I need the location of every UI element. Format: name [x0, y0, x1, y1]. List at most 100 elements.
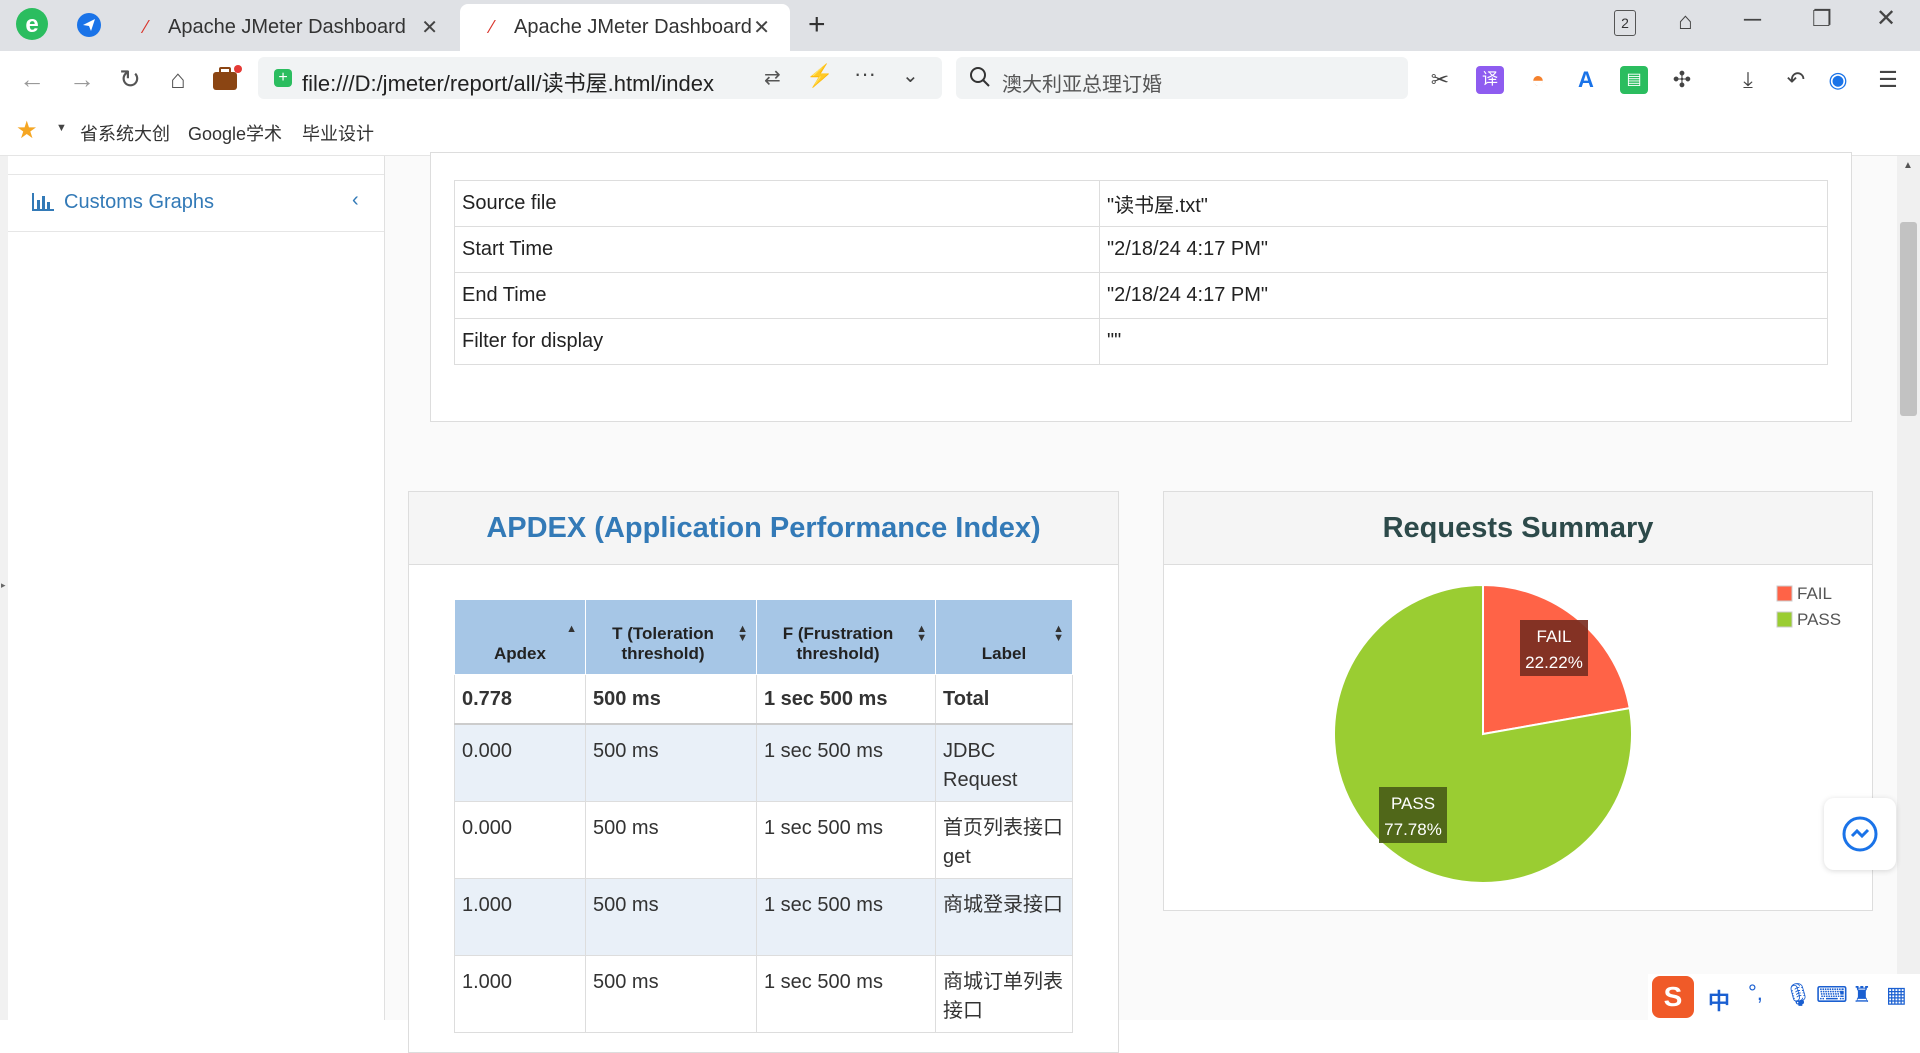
table-row: 0.000 500 ms 1 sec 500 ms 首页列表接口get — [454, 801, 1073, 879]
shirt-icon[interactable]: ⌂ — [1678, 8, 1693, 36]
undo-icon[interactable]: ↶ — [1782, 66, 1810, 94]
source-info-value: "读书屋.txt" — [1099, 180, 1828, 227]
legend-label[interactable]: PASS — [1797, 610, 1841, 629]
lightning-icon[interactable]: ⚡ — [806, 63, 833, 89]
pie-label-pass: PASS 77.78% — [1379, 787, 1447, 843]
label-value: 商城登录接口 — [935, 878, 1073, 956]
pie-label-name: FAIL — [1537, 627, 1572, 646]
ime-mode-label[interactable]: 中 — [1708, 984, 1730, 1016]
label-column-header[interactable]: Label ▲ ▼ — [935, 599, 1073, 675]
apdex-value: 1.000 — [454, 955, 586, 1033]
briefcase-icon[interactable] — [212, 65, 242, 90]
apdex-header: APDEX (Application Performance Index) — [409, 492, 1118, 565]
shield-icon: + — [274, 69, 292, 87]
more-icon[interactable]: ··· — [854, 61, 876, 87]
send-icon[interactable] — [76, 12, 102, 38]
toleration-value: 500 ms — [585, 674, 757, 725]
toleration-value: 500 ms — [585, 955, 757, 1033]
home-icon[interactable]: ⌂ — [160, 60, 196, 98]
label-value: Total — [935, 674, 1073, 725]
header-label: Apdex — [494, 644, 546, 663]
pie-label-value: 22.22% — [1525, 653, 1583, 672]
microphone-icon[interactable]: 🎙 — [1784, 982, 1812, 1008]
apdex-table: Apdex ▲ T (Toleration threshold) ▲ ▼ F (Fru… — [454, 599, 1073, 1033]
source-info-table: Source file "读书屋.txt" Start Time "2/18/24 4… — [454, 180, 1828, 365]
legend-label[interactable]: FAIL — [1797, 584, 1832, 603]
book-icon[interactable]: ▤ — [1620, 66, 1648, 94]
restore-icon[interactable]: ❐ — [1812, 6, 1832, 32]
sogou-logo-icon[interactable]: S — [1652, 976, 1694, 1018]
legend-swatch[interactable] — [1776, 585, 1793, 602]
address-bar[interactable]: + file:///D:/jmeter/report/all/读书屋.html/… — [258, 57, 942, 99]
requests-summary-pie-chart: FAIL 22.22% PASS 77.78% FAIL PASS — [1333, 583, 1841, 884]
sidebar-item-customs-graphs[interactable]: Customs Graphs ‹ — [8, 174, 384, 232]
minimize-icon[interactable]: ─ — [1744, 6, 1761, 34]
game-icon[interactable]: ◓ — [1524, 66, 1552, 94]
table-row: 1.000 500 ms 1 sec 500 ms 商城登录接口 — [454, 878, 1073, 956]
ai-icon[interactable]: A — [1572, 66, 1600, 94]
source-info-panel: Source file "读书屋.txt" Start Time "2/18/24 4… — [430, 152, 1852, 422]
sort-icon: ▲ ▼ — [1053, 623, 1064, 644]
toleration-column-header[interactable]: T (Toleration threshold) ▲ ▼ — [585, 599, 757, 675]
vertical-scrollbar[interactable]: ▲ — [1897, 156, 1920, 1020]
sort-icon: ▲ ▼ — [737, 623, 748, 644]
sidebar: Customs Graphs ‹ — [8, 156, 385, 1020]
bookmark-item[interactable]: Google学术 — [188, 120, 282, 146]
bookmark-item[interactable]: 毕业设计 — [302, 120, 374, 146]
tab-jmeter-1[interactable]: ⁄ Apache JMeter Dashboard ✕ — [136, 4, 458, 51]
apdex-title: APDEX (Application Performance Index) — [486, 512, 1041, 544]
keyboard-icon[interactable]: ⌨ — [1816, 982, 1848, 1008]
extensions-icon[interactable]: ✣ — [1668, 66, 1696, 94]
skin-icon[interactable]: ♜ — [1852, 982, 1872, 1008]
close-icon[interactable]: ✕ — [421, 15, 438, 40]
scissors-icon[interactable]: ✂ — [1426, 66, 1454, 94]
legend-swatch[interactable] — [1776, 611, 1793, 628]
frustration-column-header[interactable]: F (Frustration threshold) ▲ ▼ — [756, 599, 936, 675]
search-box[interactable]: 澳大利亚总理订婚 — [956, 57, 1408, 99]
main-content: Source file "读书屋.txt" Start Time "2/18/24 4… — [385, 152, 1897, 1053]
punctuation-icon[interactable]: °, — [1748, 980, 1763, 1006]
apdex-column-header[interactable]: Apdex ▲ — [454, 599, 586, 675]
pie-label-name: PASS — [1391, 794, 1435, 813]
translate-ext-icon[interactable]: 译 — [1476, 66, 1504, 94]
frustration-value: 1 sec 500 ms — [756, 878, 936, 956]
chevron-down-icon[interactable]: ▼ — [56, 122, 67, 134]
tab-count-badge[interactable]: 2 — [1614, 10, 1636, 36]
apdex-total-row: 0.778 500 ms 1 sec 500 ms Total — [454, 674, 1073, 725]
chevron-left-icon[interactable]: ‹ — [352, 189, 359, 212]
requests-summary-panel: Requests Summary FAIL 22.22% PASS 77.78% FAI… — [1163, 491, 1873, 911]
toleration-value: 500 ms — [585, 723, 757, 802]
scrollbar-thumb[interactable] — [1900, 222, 1917, 416]
url-text[interactable]: file:///D:/jmeter/report/all/读书屋.html/in… — [302, 66, 1002, 98]
star-icon[interactable]: ★ — [16, 116, 38, 145]
sidebar-edge[interactable]: ▸ — [0, 156, 8, 1020]
frustration-value: 1 sec 500 ms — [756, 674, 936, 725]
source-info-key: Start Time — [454, 226, 1100, 273]
close-icon[interactable]: ✕ — [753, 15, 770, 40]
back-icon[interactable]: ← — [14, 60, 50, 98]
tab-jmeter-2[interactable]: ⁄ Apache JMeter Dashboard ✕ — [460, 4, 790, 51]
sort-icon: ▲ ▼ — [916, 623, 927, 644]
new-tab-button[interactable]: + — [808, 8, 826, 42]
chevron-down-icon[interactable]: ⌄ — [902, 63, 919, 88]
browser-logo-icon[interactable]: e — [14, 6, 50, 42]
forward-icon[interactable]: → — [64, 60, 100, 98]
requests-summary-header: Requests Summary — [1164, 492, 1872, 565]
download-icon[interactable]: ⤓ — [1734, 66, 1762, 94]
bookmark-item[interactable]: 省系统大创 — [80, 120, 170, 146]
feather-icon: ⁄ — [144, 17, 148, 37]
tab-title: Apache JMeter Dashboard — [514, 16, 752, 38]
frustration-value: 1 sec 500 ms — [756, 723, 936, 802]
reload-icon[interactable]: ↻ — [112, 60, 148, 98]
menu-icon[interactable]: ☰ — [1874, 66, 1902, 94]
window-close-icon[interactable]: ✕ — [1876, 4, 1896, 33]
pie-label-value: 77.78% — [1384, 820, 1442, 839]
floating-assistant-button[interactable] — [1824, 798, 1896, 870]
scroll-up-icon[interactable]: ▲ — [1903, 160, 1913, 171]
sync-icon[interactable]: ◉ — [1824, 66, 1852, 94]
bar-chart-icon — [32, 193, 54, 211]
search-input[interactable]: 澳大利亚总理订婚 — [1002, 68, 1162, 97]
translate-icon[interactable]: ⇄ — [758, 65, 781, 90]
apdex-panel: APDEX (Application Performance Index) Ap… — [408, 491, 1119, 1053]
grid-menu-icon[interactable]: ▦ — [1886, 982, 1907, 1008]
